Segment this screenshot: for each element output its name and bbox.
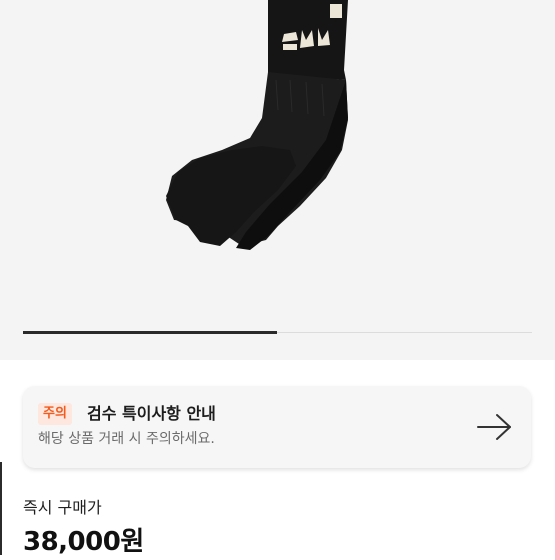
caution-badge: 주의	[38, 403, 72, 425]
left-edge-divider	[0, 462, 2, 555]
black-sock-icon	[166, 0, 348, 250]
arrow-right-icon[interactable]	[475, 411, 515, 443]
notice-title: 검수 특이사항 안내	[87, 404, 216, 423]
gallery-progress-indicator[interactable]	[23, 331, 277, 334]
notice-description: 해당 상품 거래 시 주의하세요.	[38, 431, 215, 447]
inspection-notice-card[interactable]: 주의 검수 특이사항 안내 해당 상품 거래 시 주의하세요.	[23, 386, 531, 468]
product-image-gallery[interactable]	[0, 0, 555, 360]
instant-buy-price-label: 즉시 구매가	[23, 498, 102, 517]
